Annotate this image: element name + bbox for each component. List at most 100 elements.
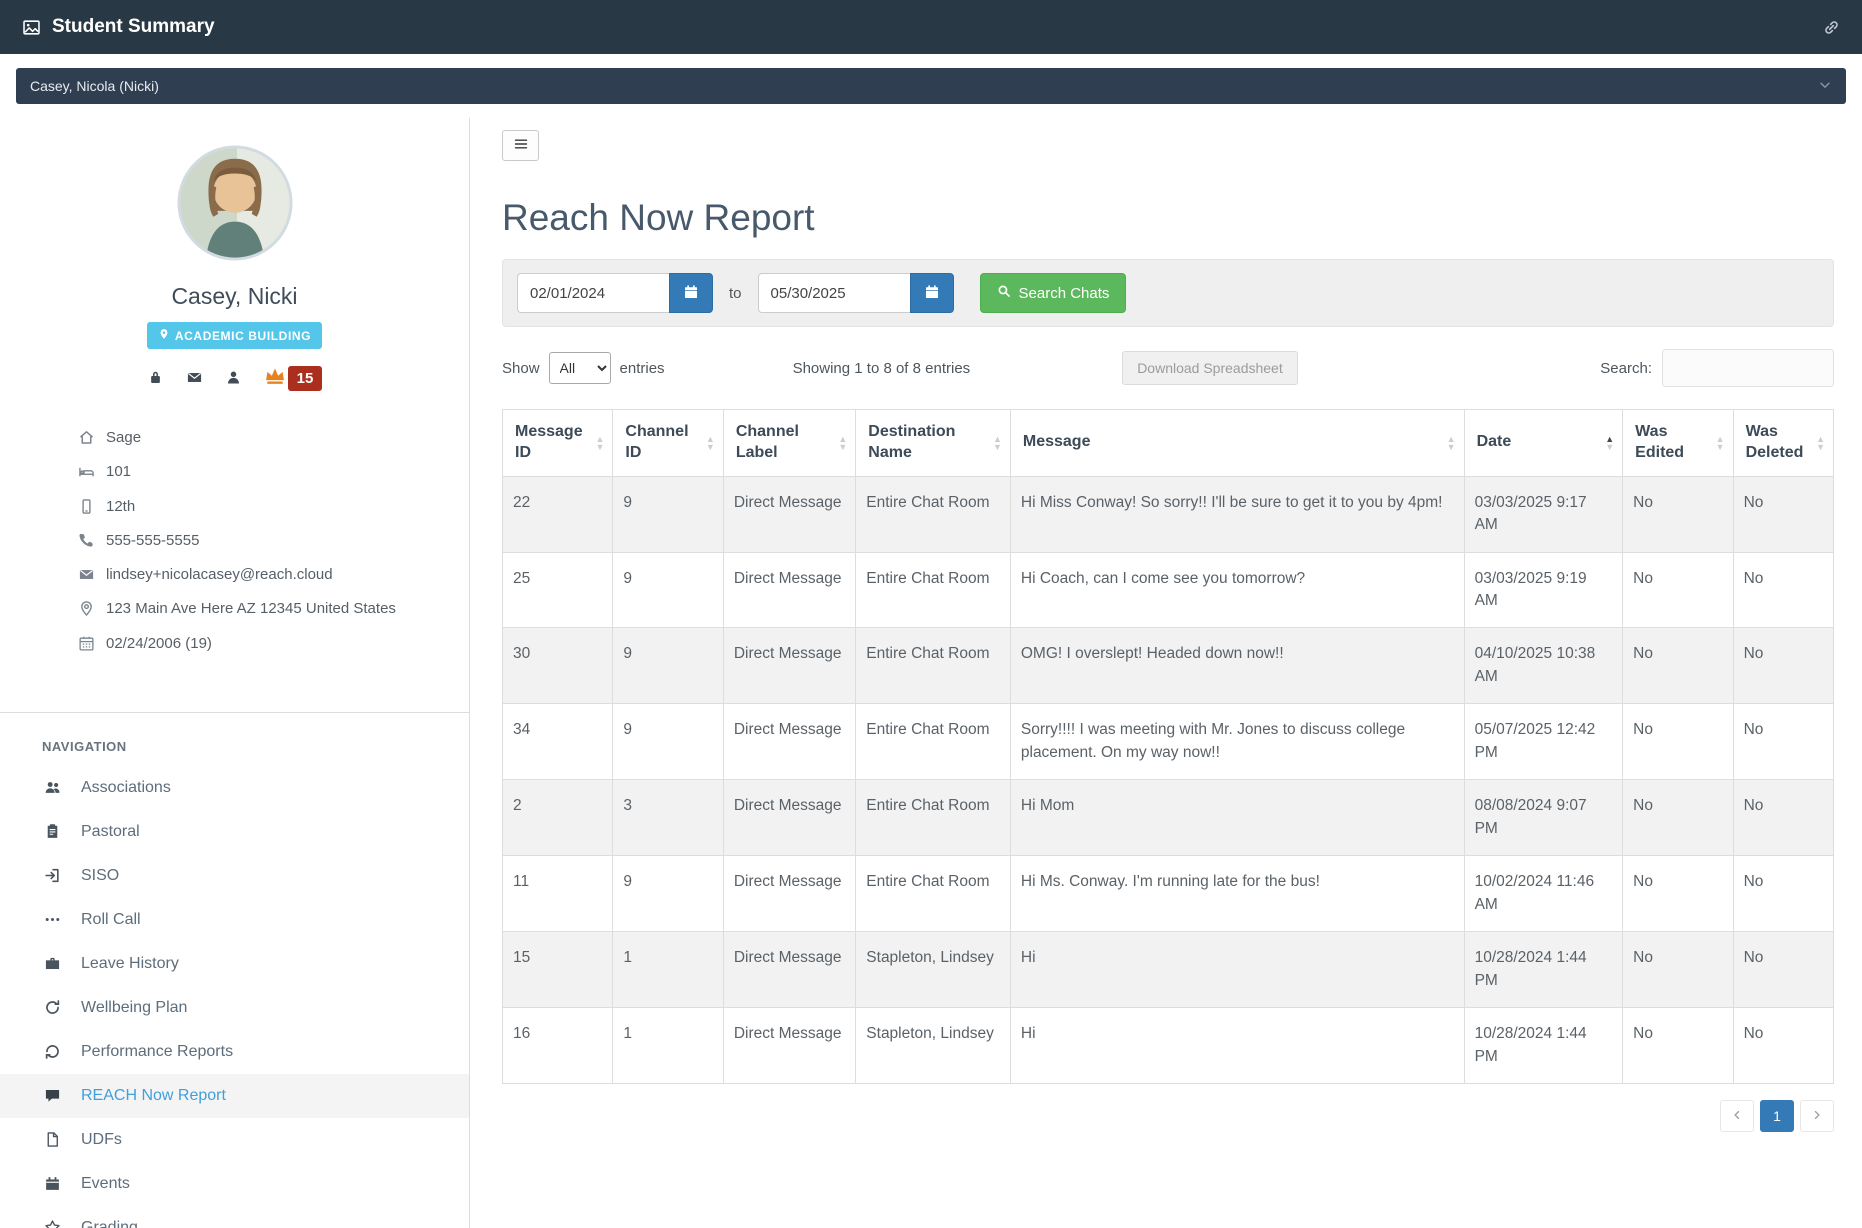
column-header-date[interactable]: Date ▲ ▼ (1463, 409, 1624, 477)
sidebar-item-siso[interactable]: SISO (0, 854, 469, 898)
search-chats-button[interactable]: Search Chats (979, 273, 1127, 313)
to-label: to (729, 284, 742, 302)
page-title: Reach Now Report (502, 197, 815, 238)
menu-toggle-button[interactable] (502, 130, 539, 161)
download-spreadsheet-button[interactable]: Download Spreadsheet (1122, 351, 1298, 385)
table-cell: 30 (501, 627, 614, 705)
sidebar-item-leave-history[interactable]: Leave History (0, 942, 469, 986)
pagination-page-1-button[interactable]: 1 (1760, 1100, 1794, 1133)
calendar-icon (683, 284, 699, 303)
table-cell: 9 (612, 627, 724, 705)
briefcase-icon (42, 955, 62, 972)
lock-button[interactable] (147, 369, 164, 389)
table-cell: Direct Message (722, 1007, 857, 1085)
search-label: Search: (1600, 359, 1652, 377)
table-cell: 03/03/2025 9:19 AM (1463, 551, 1624, 629)
table-cell: No (1622, 627, 1734, 705)
table-cell: Hi Miss Conway! So sorry!! I'll be sure … (1009, 475, 1465, 553)
envelope-button[interactable] (186, 369, 203, 389)
table-cell: 15 (501, 931, 614, 1009)
table-cell: No (1732, 1007, 1835, 1085)
table-cell: Entire Chat Room (855, 627, 1011, 705)
profile-detail-bed: 101 (78, 462, 445, 486)
topbar: Student Summary (0, 0, 1862, 54)
column-header-message[interactable]: Message ▲ ▼ (1009, 409, 1465, 477)
sidebar-item-grading[interactable]: Grading (0, 1206, 469, 1228)
date-from-input[interactable] (517, 273, 669, 313)
pagination-next-button[interactable] (1800, 1100, 1834, 1133)
table-cell: Hi (1009, 931, 1465, 1009)
table-cell: No (1732, 703, 1835, 781)
profile-detail-text: Sage (106, 429, 142, 446)
column-header-was-deleted[interactable]: Was Deleted ▲ ▼ (1732, 409, 1835, 477)
table-cell: No (1622, 475, 1734, 553)
dots-icon (42, 911, 62, 928)
table-cell: 34 (501, 703, 614, 781)
sort-arrows-icon: ▲ ▼ (992, 433, 1002, 452)
home-icon (78, 429, 95, 452)
column-header-message-id[interactable]: Message ID ▲ ▼ (501, 409, 614, 477)
chevron-right-icon (1811, 1108, 1823, 1124)
showing-entries-text: Showing 1 to 8 of 8 entries (792, 359, 971, 377)
entries-label: entries (619, 359, 665, 377)
filter-bar: to Search Chats (502, 259, 1834, 327)
user-button[interactable] (225, 369, 242, 389)
pagination-previous-button[interactable] (1720, 1100, 1754, 1133)
sidebar-item-associations[interactable]: Associations (0, 766, 469, 810)
search-icon (997, 284, 1011, 302)
table-cell: Hi (1009, 1007, 1465, 1085)
sidebar-item-pastoral[interactable]: Pastoral (0, 810, 469, 854)
sidebar-item-label: Pastoral (81, 822, 140, 840)
show-label: Show (502, 359, 540, 377)
table-cell: 9 (612, 475, 724, 553)
permalink-button[interactable] (1823, 19, 1840, 36)
sidebar-item-events[interactable]: Events (0, 1162, 469, 1206)
column-header-channel-id[interactable]: Channel ID ▲ ▼ (612, 409, 724, 477)
table-cell: 9 (612, 551, 724, 629)
profile-detail-text: 12th (106, 497, 136, 515)
sidebar-item-label: Wellbeing Plan (81, 998, 188, 1016)
table-cell: 10/28/2024 1:44 PM (1463, 1007, 1624, 1085)
date-to-input[interactable] (757, 273, 910, 313)
sidebar-item-performance-reports[interactable]: Performance Reports (0, 1030, 469, 1074)
show-entries-select[interactable]: All (548, 352, 611, 384)
column-header-was-edited[interactable]: Was Edited ▲ ▼ (1622, 409, 1734, 477)
users-icon (42, 779, 62, 796)
table-cell: 11 (501, 855, 614, 933)
image-icon (22, 18, 41, 37)
quick-actions: 15 (0, 365, 469, 392)
table-cell: 9 (612, 855, 724, 933)
table-cell: Direct Message (722, 475, 857, 553)
table-cell: Entire Chat Room (855, 551, 1011, 629)
table-cell: Direct Message (722, 627, 857, 705)
pagination: 1 (502, 1100, 1834, 1133)
table-cell: 04/10/2025 10:38 AM (1463, 627, 1624, 705)
table-cell: No (1622, 551, 1734, 629)
sort-arrows-icon: ▲ ▼ (1446, 433, 1456, 452)
column-header-channel-label[interactable]: Channel Label ▲ ▼ (722, 409, 857, 477)
table-cell: No (1622, 1007, 1734, 1085)
sidebar-item-udfs[interactable]: UDFs (0, 1118, 469, 1162)
profile-detail-mobile: 12th (78, 497, 445, 521)
chevron-left-icon (1731, 1108, 1743, 1124)
table-cell: Entire Chat Room (855, 703, 1011, 781)
column-header-label: Date (1476, 433, 1512, 451)
table-cell: OMG! I overslept! Headed down now!! (1009, 627, 1465, 705)
date-to-calendar-button[interactable] (909, 273, 954, 313)
table-cell: Direct Message (722, 551, 857, 629)
date-from-calendar-button[interactable] (669, 273, 713, 313)
student-selector-dropdown[interactable]: Casey, Nicola (Nicki) (16, 68, 1846, 104)
envelope-icon (78, 566, 95, 589)
student-name: Casey, Nicki (171, 283, 298, 309)
sidebar-item-wellbeing-plan[interactable]: Wellbeing Plan (0, 986, 469, 1030)
sidebar-item-reach-now-report[interactable]: REACH Now Report (0, 1073, 469, 1118)
column-header-destination-name[interactable]: Destination Name ▲ ▼ (855, 409, 1011, 477)
sidebar-item-roll-call[interactable]: Roll Call (0, 898, 469, 942)
table-cell: No (1732, 551, 1835, 629)
profile-detail-text: 555-555-5555 (106, 531, 200, 549)
table-cell: Stapleton, Lindsey (855, 1007, 1011, 1085)
table-cell: 08/08/2024 9:07 PM (1463, 779, 1624, 857)
table-cell: 22 (501, 475, 614, 553)
table-search-input[interactable] (1662, 349, 1834, 387)
wellbeing-points[interactable]: 15 (264, 365, 323, 392)
